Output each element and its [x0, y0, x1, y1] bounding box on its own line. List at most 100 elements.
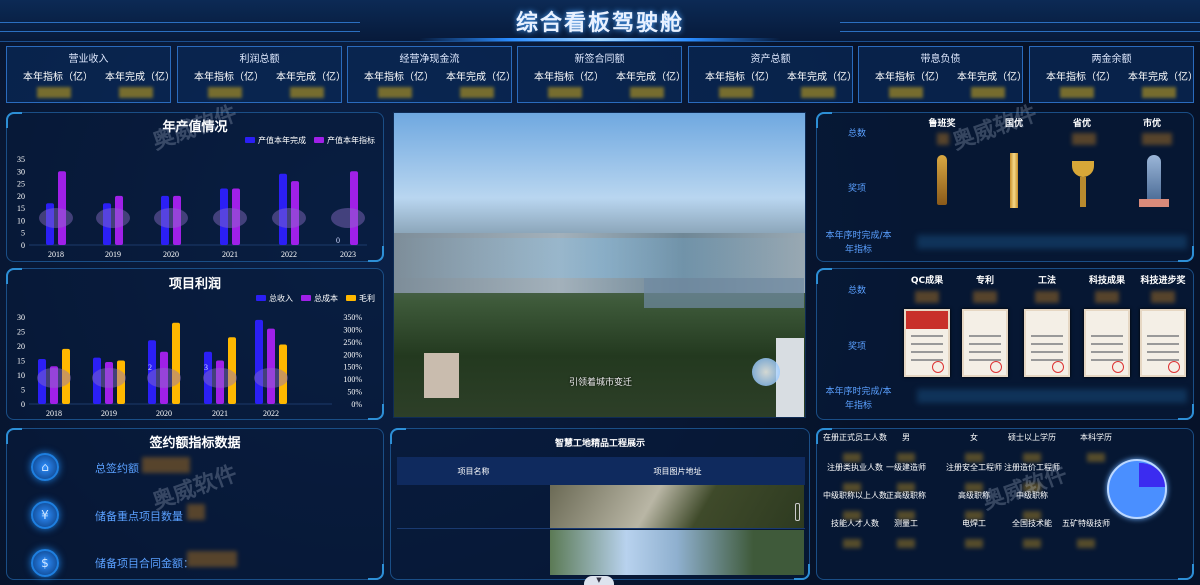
masked-value: [119, 87, 153, 98]
masked-value: [1095, 291, 1119, 303]
text-line: [969, 335, 1001, 337]
masked-overlay: [154, 207, 188, 228]
kpi-target-label: 本年指标（亿）: [23, 72, 93, 83]
table-row[interactable]: [397, 485, 805, 529]
masked-value: [917, 389, 1187, 403]
seal-icon: [1112, 361, 1124, 373]
text-line: [1091, 351, 1123, 353]
reserve-project-count-label: 储备重点项目数量: [95, 510, 183, 523]
masked-overlay: [254, 367, 288, 388]
kpi-target-label: 本年指标（亿）: [534, 72, 604, 83]
text-line: [1031, 335, 1063, 337]
expand-toggle[interactable]: ▼: [584, 576, 614, 585]
masked-overlay: [203, 367, 237, 388]
y-tick-label: 5: [21, 386, 25, 395]
seal-icon: [990, 361, 1002, 373]
bar-毛利-2020[interactable]: [172, 322, 180, 404]
row-label: 总数: [847, 129, 866, 139]
bar-总收入-2022[interactable]: [255, 319, 263, 404]
kpi-target-label: 本年指标（亿）: [194, 72, 264, 83]
text-line: [1147, 351, 1179, 353]
panel-title: 智慧工地精品工程展示: [554, 439, 645, 449]
certificate-image[interactable]: [962, 309, 1008, 377]
data-label: 3: [204, 363, 208, 372]
staff-metric-label: 正高级职称: [886, 491, 926, 500]
awards-panel: 总数 奖项 本年序时完成/本年指标 鲁班奖 国优 省优 市优: [816, 112, 1194, 262]
text-line: [969, 343, 1001, 345]
y-tick-label: 35: [17, 155, 25, 164]
staff-metric-label: 注册造价工程师: [1004, 463, 1060, 472]
y2-tick-label: 150%: [343, 363, 362, 372]
masked-value: [187, 551, 237, 567]
masked-value: [37, 87, 71, 98]
masked-value: [897, 453, 915, 462]
row-label: 总数: [847, 286, 866, 296]
masked-value: [1142, 133, 1172, 145]
y-tick-label: 15: [17, 204, 25, 213]
x-tick-label: 2021: [212, 409, 228, 418]
kpi-card[interactable]: 带息负债 本年指标（亿） 本年完成（亿）: [858, 46, 1027, 103]
column-header: 项目名称: [457, 466, 490, 476]
masked-value: [937, 133, 949, 145]
y-tick-label: 20: [17, 342, 25, 351]
certificate-image[interactable]: [1084, 309, 1130, 377]
national-trophy-icon: [1010, 153, 1018, 208]
pie-slice[interactable]: [1139, 463, 1165, 487]
y2-tick-label: 350%: [343, 313, 362, 322]
row-label: 本年序时完成/本年指标: [825, 231, 892, 255]
kpi-card[interactable]: 经营净现金流 本年指标（亿） 本年完成（亿）: [347, 46, 516, 103]
staff-panel: 在册正式员工人数男女硕士以上学历 本科学历 注册类执业人数 一级建造师 注册安全工程师注…: [816, 428, 1194, 580]
seal-icon: [932, 361, 944, 373]
y-tick-label: 30: [17, 313, 25, 322]
scrollbar[interactable]: [795, 503, 800, 521]
kpi-title: 带息负债: [920, 54, 961, 65]
masked-value: [915, 291, 939, 303]
staff-metric-label: 高级职称: [958, 491, 990, 500]
seal-icon: [1052, 361, 1064, 373]
row-label: 本年序时完成/本年指标: [825, 387, 892, 411]
panel-title: 签约额指标数据: [149, 436, 241, 451]
text-line: [969, 351, 1001, 353]
staff-metric-label: 一级建造师: [886, 463, 926, 472]
y2-tick-label: 200%: [343, 350, 362, 359]
logo-badge: [752, 358, 780, 386]
kpi-title: 新签合同额: [574, 54, 625, 65]
bar-产值本年指标-2023[interactable]: [350, 171, 358, 245]
certificate-image[interactable]: [904, 309, 950, 377]
table-row[interactable]: [397, 530, 805, 576]
kpi-title: 两金余额: [1091, 54, 1132, 65]
masked-value: [843, 539, 861, 548]
output-value-chart: 051015202530352018 2019 2020 2021 2022 20230: [17, 155, 367, 259]
row-label: 奖项: [847, 342, 866, 352]
kpi-card[interactable]: 利润总额 本年指标（亿） 本年完成（亿）: [177, 46, 346, 103]
home-icon: ⌂: [31, 453, 59, 481]
staff-metric-label: 男: [902, 433, 910, 442]
text-line: [1031, 343, 1063, 345]
staff-metric-label: 测量工: [894, 519, 918, 528]
masked-value: [142, 457, 190, 473]
masked-value: [965, 539, 983, 548]
kpi-card[interactable]: 资产总额 本年指标（亿） 本年完成（亿）: [688, 46, 857, 103]
certificate-image[interactable]: [1024, 309, 1070, 377]
bar-产值本年指标-2018[interactable]: [58, 171, 66, 245]
promo-video[interactable]: 引领着城市变迁: [393, 112, 806, 418]
staff-pie-chart[interactable]: [1107, 459, 1167, 519]
kpi-card[interactable]: 新签合同额 本年指标（亿） 本年完成（亿）: [517, 46, 686, 103]
y-tick-label: 25: [17, 328, 25, 337]
bar-总成本-2022[interactable]: [267, 328, 275, 404]
kpi-card[interactable]: 两金余额 本年指标（亿） 本年完成（亿）: [1029, 46, 1198, 103]
masked-value: [897, 539, 915, 548]
certificate-image[interactable]: [1140, 309, 1186, 377]
y-tick-label: 25: [17, 180, 25, 189]
kpi-target-label: 本年指标（亿）: [364, 72, 434, 83]
staff-metric-label: 注册安全工程师: [946, 463, 1002, 472]
text-line: [911, 343, 943, 345]
column-header: 项目图片地址: [653, 466, 702, 476]
masked-value: [1060, 87, 1094, 98]
trophy-base: [1139, 199, 1169, 207]
y-tick-label: 0: [21, 400, 25, 409]
kpi-done-label: 本年完成（亿）: [446, 72, 516, 83]
project-image: [550, 485, 804, 528]
kpi-card[interactable]: 营业收入 本年指标（亿） 本年完成（亿）: [6, 46, 175, 103]
data-label: 2: [148, 363, 152, 372]
